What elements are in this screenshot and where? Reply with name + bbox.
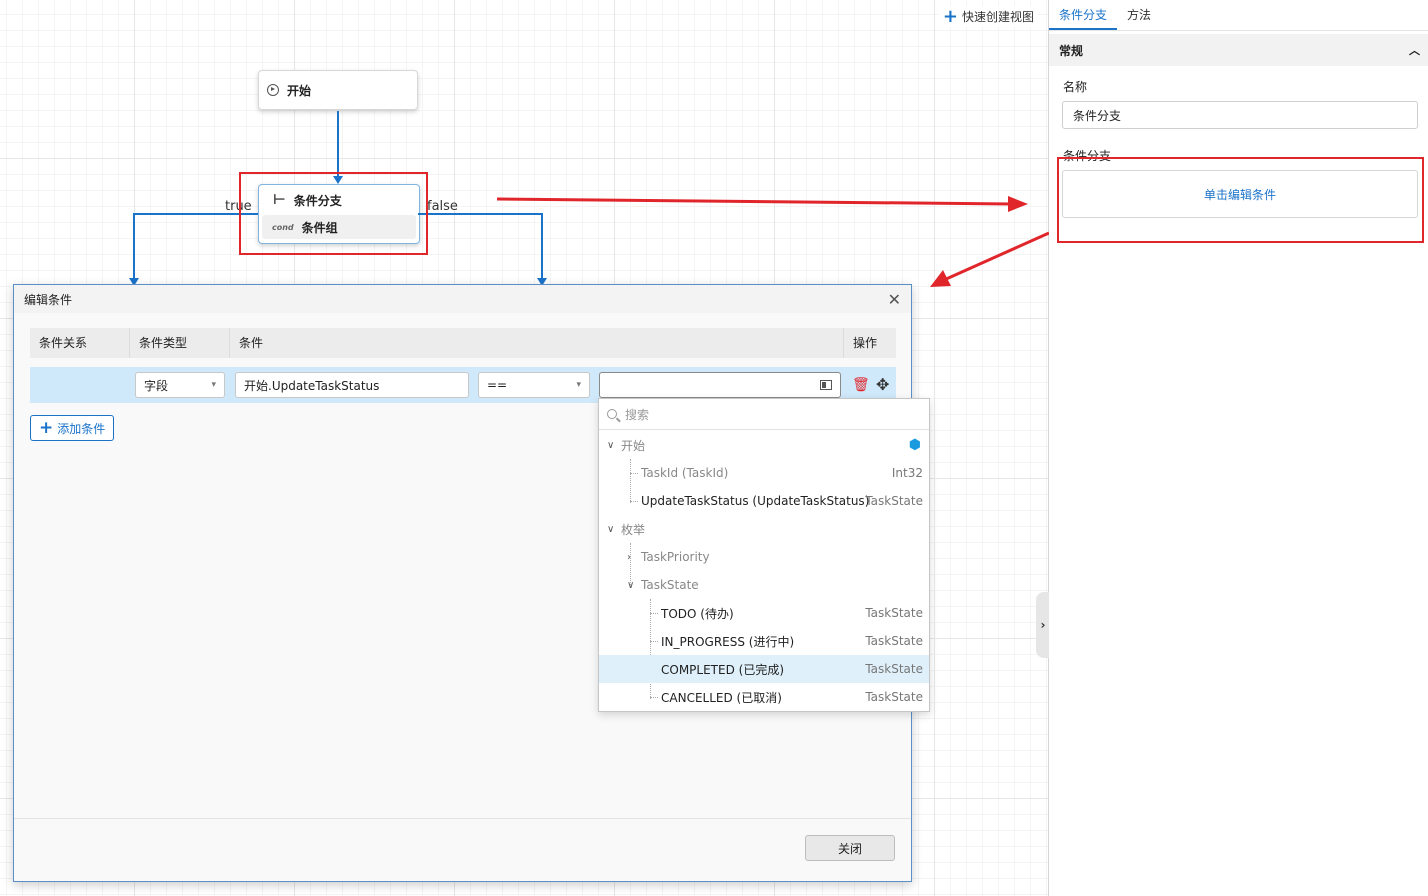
tree-item-label: TaskPriority <box>641 550 710 564</box>
start-node[interactable]: 开始 <box>258 70 418 110</box>
tree-group-taskstate[interactable]: ∨ TaskState <box>599 571 929 599</box>
chevron-down-icon: ▾ <box>576 380 581 390</box>
tree-item-label: 开始 <box>621 438 646 453</box>
highlight-box <box>239 172 428 255</box>
quick-create-label: 快速创建视图 <box>961 10 1034 24</box>
field-picker-icon[interactable] <box>820 380 832 390</box>
name-input-value: 条件分支 <box>1073 108 1122 123</box>
false-edge-label: false <box>427 199 458 214</box>
name-input[interactable]: 条件分支 <box>1062 101 1418 129</box>
close-button[interactable]: 关闭 <box>805 835 895 861</box>
start-node-label: 开始 <box>287 83 312 98</box>
condition-type-select[interactable]: 字段 ▾ <box>135 372 225 398</box>
list-item[interactable]: CANCELLED (已取消) TaskState <box>599 683 929 711</box>
quick-create-view-button[interactable]: + 快速创建视图 <box>938 5 1038 27</box>
tree-item-label: IN_PROGRESS (进行中) <box>661 634 795 649</box>
chevron-down-icon: ∨ <box>607 523 615 535</box>
tree-item-label: TODO (待办) <box>661 606 734 621</box>
list-item[interactable]: UpdateTaskStatus (UpdateTaskStatus) Task… <box>599 487 929 515</box>
true-edge-line <box>133 213 135 279</box>
cube-icon: ⬢ <box>908 437 921 453</box>
tree-item-type: Int32 <box>891 466 923 480</box>
field-picker-dropdown: 搜索 ∨ 开始 ⬢ TaskId (TaskId) Int32 UpdateTa… <box>598 398 930 712</box>
tree-item-type: TaskState <box>865 634 923 648</box>
condition-value-input[interactable] <box>599 372 841 398</box>
chevron-down-icon: ∨ <box>627 579 635 591</box>
condition-field-value: 开始.UpdateTaskStatus <box>244 378 380 393</box>
false-edge-line <box>541 213 543 279</box>
tab-methods[interactable]: 方法 <box>1117 0 1161 30</box>
close-icon[interactable]: ✕ <box>888 290 901 309</box>
play-icon <box>267 84 279 96</box>
close-button-label: 关闭 <box>837 841 862 856</box>
chevron-up-icon: ︿ <box>1409 44 1420 57</box>
plus-icon: + <box>39 418 54 438</box>
condition-field-input[interactable]: 开始.UpdateTaskStatus <box>235 372 469 398</box>
section-general-header[interactable]: 常规 ︿ <box>1049 34 1428 66</box>
tree-item-label: TaskState <box>641 578 699 592</box>
move-icon[interactable]: ✥ <box>876 375 889 394</box>
chevron-down-icon: ▾ <box>211 380 216 390</box>
dialog-title: 编辑条件 <box>24 292 73 307</box>
operator-value: == <box>487 378 508 392</box>
panel-tabs: 条件分支 方法 <box>1049 0 1428 31</box>
search-icon <box>607 409 617 419</box>
list-item[interactable]: COMPLETED (已完成) TaskState <box>599 655 929 683</box>
dialog-footer: 关闭 <box>14 818 911 881</box>
operator-select[interactable]: == ▾ <box>478 372 590 398</box>
column-header: 条件类型 <box>130 328 230 358</box>
condition-table-header: 条件关系 条件类型 条件 操作 <box>30 328 896 358</box>
tree-item-type: TaskState <box>865 662 923 676</box>
name-label: 名称 <box>1063 80 1088 94</box>
search-input[interactable]: 搜索 <box>599 399 929 430</box>
tree-item-label: CANCELLED (已取消) <box>661 690 782 705</box>
properties-panel: 条件分支 方法 常规 ︿ 名称 条件分支 条件分支 单击编辑条件 <box>1049 0 1428 896</box>
add-condition-button[interactable]: + 添加条件 <box>30 415 115 441</box>
add-condition-label: 添加条件 <box>57 421 106 436</box>
tree-item-type: TaskState <box>865 606 923 620</box>
tree-group-start[interactable]: ∨ 开始 ⬢ <box>599 431 929 459</box>
tree-group-enum[interactable]: ∨ 枚举 <box>599 515 929 543</box>
tree-item-type: TaskState <box>865 690 923 704</box>
section-title: 常规 <box>1059 43 1084 58</box>
column-header: 条件 <box>230 328 844 358</box>
chevron-right-icon: › <box>1040 618 1046 632</box>
tab-condition-branch[interactable]: 条件分支 <box>1049 0 1118 30</box>
panel-collapse-handle[interactable]: › <box>1036 592 1050 658</box>
tree-item-label: COMPLETED (已完成) <box>661 662 785 677</box>
list-item[interactable]: TaskId (TaskId) Int32 <box>599 459 929 487</box>
tree-item-label: TaskId (TaskId) <box>641 466 729 480</box>
column-header: 条件关系 <box>30 328 130 358</box>
plus-icon: + <box>942 5 958 27</box>
search-placeholder: 搜索 <box>625 407 650 422</box>
tree-item-label: 枚举 <box>621 522 646 537</box>
list-item[interactable]: IN_PROGRESS (进行中) TaskState <box>599 627 929 655</box>
highlight-box <box>1057 157 1424 243</box>
tree-item-label: UpdateTaskStatus (UpdateTaskStatus) <box>641 494 870 508</box>
tree-item-type: TaskState <box>865 494 923 508</box>
column-header: 操作 <box>853 336 878 350</box>
chevron-down-icon: ∨ <box>607 439 615 451</box>
tree-group-taskpriority[interactable]: › TaskPriority <box>599 543 929 571</box>
condition-type-value: 字段 <box>144 378 169 393</box>
dialog-titlebar: 编辑条件 ✕ <box>14 285 911 313</box>
connector-line <box>337 111 339 177</box>
list-item[interactable]: TODO (待办) TaskState <box>599 599 929 627</box>
chevron-right-icon: › <box>627 551 631 563</box>
delete-icon[interactable]: 🗑 <box>852 377 870 393</box>
